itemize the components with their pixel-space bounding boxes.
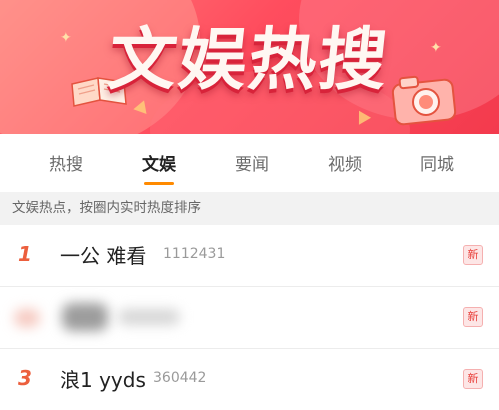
list-item[interactable]: 3 浪1 yyds 360442 新 (0, 349, 499, 410)
blurred-rank (14, 309, 40, 327)
tab-video[interactable]: 视频 (305, 150, 385, 175)
camera-icon (388, 70, 462, 126)
list-item[interactable]: 新 (0, 287, 499, 349)
blurred-count (118, 309, 180, 325)
tab-news[interactable]: 要闻 (212, 150, 292, 175)
blurred-title (62, 303, 108, 331)
new-badge: 新 (463, 307, 483, 327)
topic-title: 浪1 yyds (60, 368, 146, 392)
topic-title: 一公 难看 (60, 244, 147, 268)
tab-local[interactable]: 同城 (397, 150, 477, 175)
heat-count: 1112431 (163, 246, 226, 262)
rank-number: 3 (18, 366, 32, 390)
tab-entertainment[interactable]: 文娱 (119, 150, 199, 175)
tab-bar: 热搜 文娱 要闻 视频 同城 (0, 134, 499, 192)
tab-hot[interactable]: 热搜 (26, 150, 106, 175)
heat-count: 360442 (153, 370, 207, 386)
rank-number: 1 (18, 242, 32, 266)
list-item[interactable]: 1 一公 难看 1112431 新 (0, 225, 499, 287)
subheader-text: 文娱热点，按圈内实时热度排序 (12, 200, 201, 216)
active-tab-indicator (144, 182, 174, 185)
banner: ✦ ✦ 文娱热搜 (0, 0, 499, 134)
new-badge: 新 (463, 245, 483, 265)
new-badge: 新 (463, 369, 483, 389)
subheader: 文娱热点，按圈内实时热度排序 (0, 192, 499, 225)
